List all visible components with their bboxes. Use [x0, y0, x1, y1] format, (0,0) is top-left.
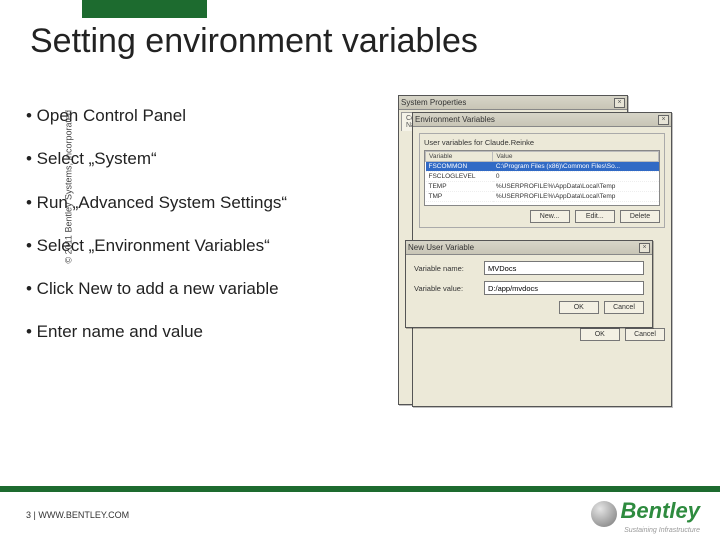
accent-bar	[82, 0, 207, 18]
logo-sphere-icon	[591, 501, 617, 527]
bullet-item: • Open Control Panel	[26, 105, 356, 126]
edit-button[interactable]: Edit...	[575, 210, 615, 223]
footer-text: 3 | WWW.BENTLEY.COM	[26, 510, 129, 520]
new-button[interactable]: New...	[530, 210, 570, 223]
bentley-logo: Bentley Sustaining Infrastructure	[591, 498, 700, 534]
table-row[interactable]: TMP%USERPROFILE%\AppData\Local\Temp	[426, 192, 659, 202]
variable-name-label: Variable name:	[414, 264, 484, 273]
bullet-list: • Open Control Panel • Select „System“ •…	[26, 105, 356, 365]
variable-name-input[interactable]	[484, 261, 644, 275]
table-row[interactable]: TEMP%USERPROFILE%\AppData\Local\Temp	[426, 182, 659, 192]
user-variables-list[interactable]: Variable Value FSCOMMONC:\Program Files …	[424, 150, 660, 206]
window-new-user-variable: New User Variable × Variable name: Varia…	[405, 240, 653, 328]
close-icon[interactable]: ×	[639, 243, 650, 253]
bullet-item: • Select „System“	[26, 148, 356, 169]
column-header-value[interactable]: Value	[493, 152, 659, 162]
close-icon[interactable]: ×	[658, 115, 669, 125]
user-variables-group: User variables for Claude.Reinke Variabl…	[419, 133, 665, 228]
logo-tagline: Sustaining Infrastructure	[591, 527, 700, 534]
ok-button[interactable]: OK	[559, 301, 599, 314]
logo-wordmark: Bentley	[621, 498, 700, 523]
bullet-item: • Select „Environment Variables“	[26, 235, 356, 256]
window-title: System Properties	[401, 98, 466, 107]
screenshot-stack: System Properties × Computer Name Hardwa…	[398, 95, 693, 425]
copyright-text: © 2011 Bentley Systems, Incorporated	[64, 110, 74, 264]
table-row[interactable]: FSCOMMONC:\Program Files (x86)\Common Fi…	[426, 162, 659, 172]
cancel-button[interactable]: Cancel	[625, 328, 665, 341]
slide-title: Setting environment variables	[30, 22, 478, 61]
window-title: Environment Variables	[415, 115, 495, 124]
table-row[interactable]: FSCLOGLEVEL0	[426, 172, 659, 182]
close-icon[interactable]: ×	[614, 98, 625, 108]
window-title: New User Variable	[408, 243, 474, 252]
bullet-item: • Click New to add a new variable	[26, 278, 356, 299]
group-label: User variables for Claude.Reinke	[424, 138, 660, 147]
ok-button[interactable]: OK	[580, 328, 620, 341]
variable-value-input[interactable]	[484, 281, 644, 295]
cancel-button[interactable]: Cancel	[604, 301, 644, 314]
column-header-variable[interactable]: Variable	[426, 152, 493, 162]
bullet-item: • Run „Advanced System Settings“	[26, 192, 356, 213]
bullet-item: • Enter name and value	[26, 321, 356, 342]
delete-button[interactable]: Delete	[620, 210, 660, 223]
variable-value-label: Variable value:	[414, 284, 484, 293]
slide-footer: 3 | WWW.BENTLEY.COM Bentley Sustaining I…	[0, 486, 720, 540]
